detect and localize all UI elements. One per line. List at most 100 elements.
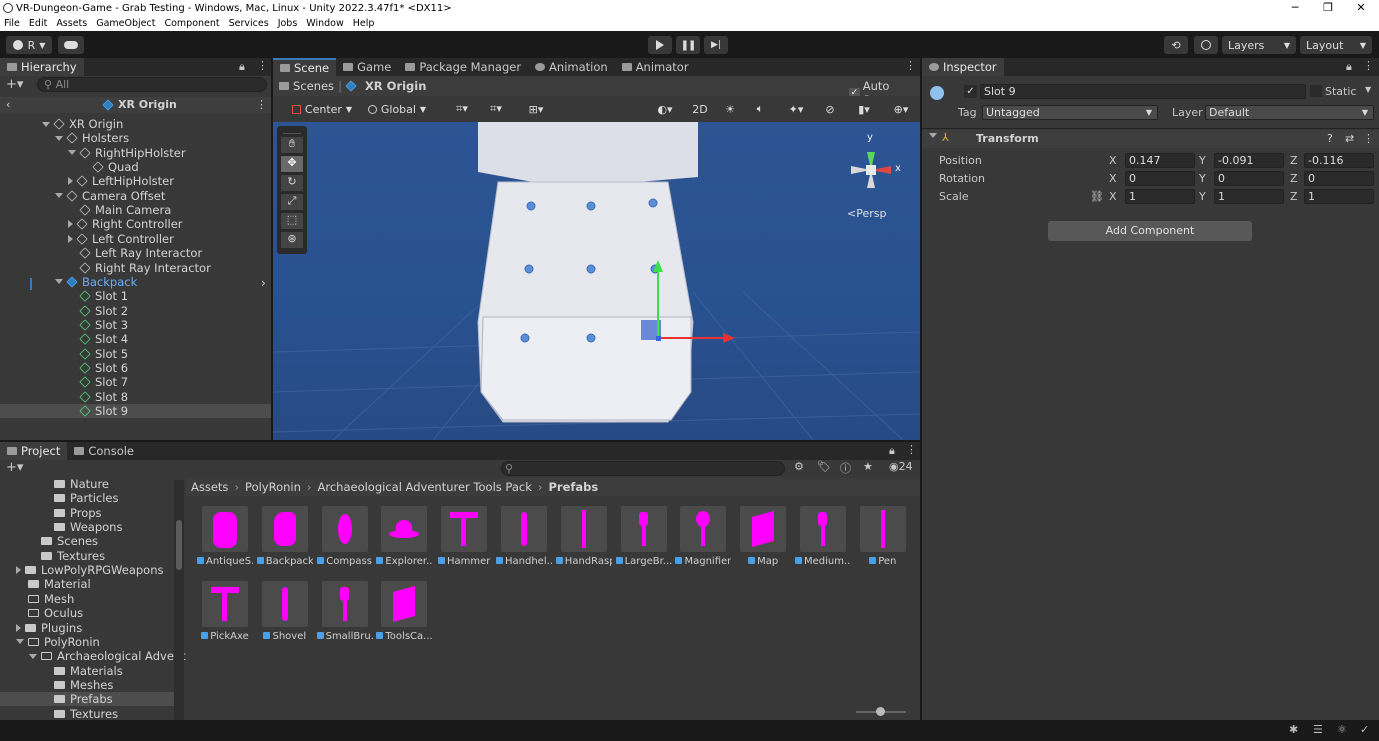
asset-item[interactable]: PickAxe bbox=[197, 581, 253, 642]
cloud-button[interactable] bbox=[58, 36, 84, 54]
asset-item[interactable]: LargeBr... bbox=[615, 506, 672, 567]
play-button[interactable] bbox=[648, 36, 672, 54]
hierarchy-item[interactable]: Slot 7 bbox=[0, 375, 271, 389]
menu-gameobject[interactable]: GameObject bbox=[96, 18, 155, 29]
hierarchy-item[interactable]: Slot 4 bbox=[0, 332, 271, 346]
header-more-icon[interactable]: ⋮ bbox=[256, 98, 267, 111]
hierarchy-item[interactable]: LeftHipHolster bbox=[0, 174, 271, 188]
expand-down-icon[interactable] bbox=[55, 193, 63, 199]
2d-toggle[interactable]: 2D bbox=[687, 100, 713, 118]
add-object-button[interactable]: +▾ bbox=[6, 77, 23, 92]
draw-mode-button[interactable]: ◐▾ bbox=[649, 100, 681, 118]
expand-right-icon[interactable] bbox=[68, 177, 73, 186]
folder-item[interactable]: Textures bbox=[0, 707, 174, 721]
account-button[interactable]: R ▼ bbox=[6, 36, 52, 54]
hierarchy-item[interactable]: Slot 9 bbox=[0, 404, 271, 418]
transform-z-field[interactable]: -0.116 bbox=[1304, 153, 1374, 168]
hand-tool[interactable]: ✋︎ bbox=[281, 137, 303, 153]
tab-animator[interactable]: Animator bbox=[615, 58, 696, 76]
inspector-more-icon[interactable]: ⋮ bbox=[1363, 59, 1374, 72]
transform-tool[interactable]: ⊛ bbox=[281, 232, 303, 248]
more-menu-icon[interactable]: ⋮ bbox=[257, 59, 268, 72]
splitter-left[interactable] bbox=[271, 58, 273, 440]
transform-x-field[interactable]: 0 bbox=[1125, 171, 1195, 186]
expand-icon[interactable] bbox=[16, 639, 24, 645]
pivot-dropdown[interactable]: Center ▼ bbox=[287, 100, 357, 118]
expand-down-icon[interactable] bbox=[55, 135, 63, 141]
bug-icon[interactable]: ✱ bbox=[1289, 723, 1298, 736]
folder-item[interactable]: Weapons bbox=[0, 520, 174, 534]
perspective-label[interactable]: <Persp bbox=[847, 207, 886, 220]
expand-down-icon[interactable] bbox=[55, 279, 63, 285]
favorite-icon[interactable]: ★ bbox=[863, 460, 873, 473]
hierarchy-item[interactable]: Main Camera bbox=[0, 203, 271, 217]
folder-item[interactable]: Materials bbox=[0, 664, 174, 678]
folder-item[interactable]: Mesh bbox=[0, 592, 174, 606]
transform-y-field[interactable]: 1 bbox=[1214, 189, 1284, 204]
asset-item[interactable]: Hammer bbox=[436, 506, 492, 567]
minimize-button[interactable]: ─ bbox=[1278, 0, 1312, 16]
history-button[interactable]: ⟲ bbox=[1164, 36, 1188, 54]
menu-edit[interactable]: Edit bbox=[29, 18, 47, 29]
menu-services[interactable]: Services bbox=[229, 18, 269, 29]
transform-y-field[interactable]: 0 bbox=[1214, 171, 1284, 186]
zoom-slider-thumb[interactable] bbox=[876, 707, 885, 716]
back-icon[interactable]: ‹ bbox=[6, 98, 10, 111]
folder-item[interactable]: Particles bbox=[0, 491, 174, 505]
breadcrumb-assets[interactable]: Assets bbox=[191, 480, 228, 494]
search-by-label-icon[interactable]: 🏷︎ bbox=[817, 460, 831, 473]
palette-handle[interactable] bbox=[283, 126, 301, 134]
move-tool[interactable]: ✥ bbox=[281, 156, 303, 172]
hierarchy-item[interactable]: Slot 8 bbox=[0, 390, 271, 404]
tab-project[interactable]: Project bbox=[0, 442, 68, 460]
camera-button[interactable]: ▮▾ bbox=[847, 100, 881, 118]
chevron-right-icon[interactable]: › bbox=[261, 276, 266, 290]
tab-hierarchy[interactable]: Hierarchy bbox=[0, 58, 84, 76]
hierarchy-item[interactable]: Slot 1 bbox=[0, 289, 271, 303]
view-gizmo[interactable]: y x bbox=[841, 132, 901, 202]
asset-item[interactable]: ToolsCa... bbox=[376, 581, 432, 642]
folder-item[interactable]: Scenes bbox=[0, 534, 174, 548]
asset-item[interactable]: Medium... bbox=[795, 506, 851, 567]
project-more-icon[interactable]: ⋮ bbox=[906, 443, 917, 456]
menu-jobs[interactable]: Jobs bbox=[278, 18, 298, 29]
gizmos-button[interactable]: ⊕▾ bbox=[885, 100, 917, 118]
hierarchy-item[interactable]: Left Controller bbox=[0, 232, 271, 246]
scroll-thumb[interactable] bbox=[176, 520, 182, 570]
grid-snap-button[interactable]: ⌗▾ bbox=[447, 100, 477, 118]
lock-icon[interactable]: 🔒︎ bbox=[889, 444, 895, 458]
object-name-field[interactable]: Slot 9 bbox=[980, 84, 1306, 99]
warning-filter-icon[interactable]: ⓘ bbox=[840, 460, 851, 476]
asset-item[interactable]: AntiqueS... bbox=[197, 506, 253, 567]
lock-icon[interactable]: 🔒︎ bbox=[239, 60, 245, 74]
folder-item[interactable]: Prefabs bbox=[0, 692, 174, 707]
hierarchy-item[interactable]: Right Ray Interactor bbox=[0, 261, 271, 275]
hierarchy-item[interactable]: Camera Offset bbox=[0, 189, 271, 203]
effects-toggle[interactable]: ✦▾ bbox=[779, 100, 813, 118]
tab-scene[interactable]: Scene bbox=[273, 58, 337, 76]
expand-icon[interactable] bbox=[29, 653, 37, 659]
folder-item[interactable]: Meshes bbox=[0, 678, 174, 692]
scale-tool[interactable]: ⤢ bbox=[281, 194, 303, 210]
scene-more-icon[interactable]: ⋮ bbox=[905, 59, 916, 72]
hierarchy-item[interactable]: XR Origin bbox=[0, 117, 271, 131]
hierarchy-item[interactable]: Holsters bbox=[0, 131, 271, 145]
asset-item[interactable]: Map bbox=[735, 506, 791, 567]
breadcrumb-prefabs[interactable]: Prefabs bbox=[548, 480, 598, 494]
splitter-right[interactable] bbox=[920, 58, 922, 720]
transform-z-field[interactable]: 1 bbox=[1304, 189, 1374, 204]
tab-animation[interactable]: Animation bbox=[528, 58, 615, 76]
search-button[interactable] bbox=[1194, 36, 1218, 54]
menu-assets[interactable]: Assets bbox=[56, 18, 87, 29]
folder-item[interactable]: Material bbox=[0, 577, 174, 591]
project-search-input[interactable]: ⚲ bbox=[501, 461, 785, 476]
rect-tool[interactable]: ⬚ bbox=[281, 213, 303, 229]
expand-icon[interactable] bbox=[16, 566, 21, 575]
hierarchy-item[interactable]: Slot 5 bbox=[0, 347, 271, 361]
scene-viewport[interactable]: ✋︎ ✥ ↻ ⤢ ⬚ ⊛ y x <Persp bbox=[273, 122, 920, 440]
grid-visibility-button[interactable]: ⌗▾ bbox=[481, 100, 511, 118]
asset-item[interactable]: Shovel bbox=[257, 581, 313, 642]
tab-inspector[interactable]: Inspector bbox=[922, 58, 1004, 76]
breadcrumb-polyronin[interactable]: PolyRonin bbox=[245, 480, 301, 494]
menu-file[interactable]: File bbox=[4, 18, 20, 29]
